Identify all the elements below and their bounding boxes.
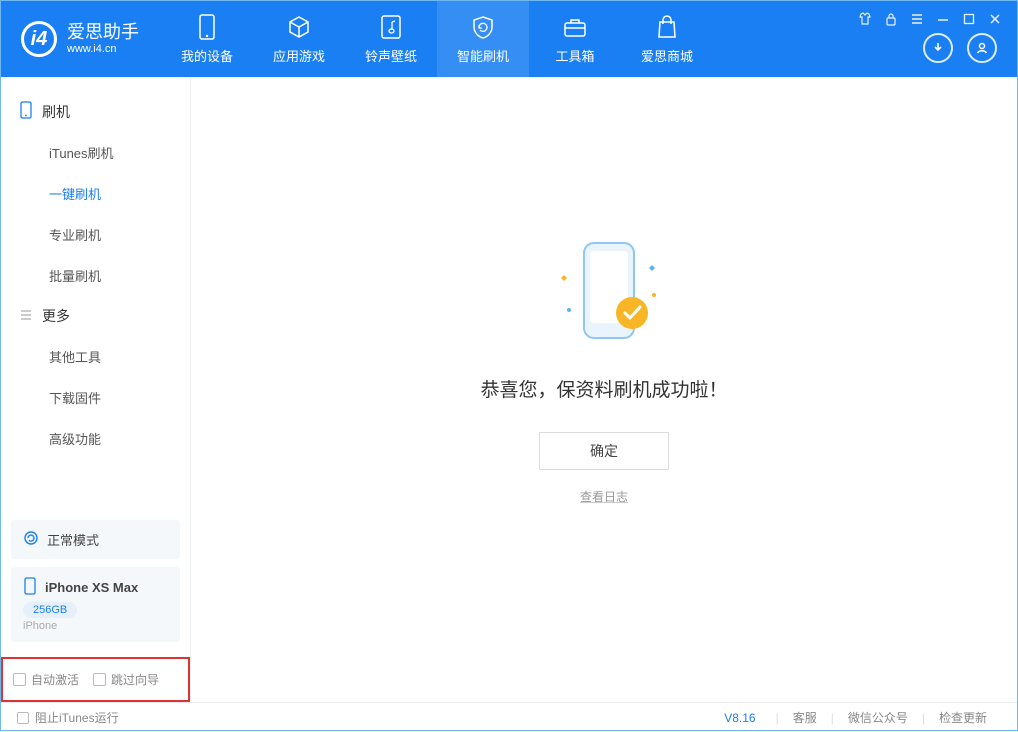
app-name-en: www.i4.cn	[67, 43, 139, 55]
checkbox-skip-wizard[interactable]: 跳过向导	[93, 671, 159, 688]
nav-toolbox[interactable]: 工具箱	[529, 1, 621, 77]
toolbox-icon	[562, 14, 588, 40]
maximize-icon[interactable]	[961, 11, 977, 27]
version-label: V8.16	[724, 711, 755, 725]
sidebar-options-highlighted: 自动激活 跳过向导	[1, 657, 190, 702]
group-title: 更多	[42, 306, 70, 326]
shirt-icon[interactable]	[857, 11, 873, 27]
checkbox-label: 阻止iTunes运行	[35, 709, 119, 726]
checkbox-icon	[17, 712, 29, 724]
nav-my-device[interactable]: 我的设备	[161, 1, 253, 77]
minimize-icon[interactable]	[935, 11, 951, 27]
device-type: iPhone	[23, 620, 168, 632]
sidebar-item-download-firmware[interactable]: 下载固件	[1, 377, 190, 418]
phone-icon	[23, 577, 37, 598]
close-icon[interactable]	[987, 11, 1003, 27]
logo-icon: i4	[21, 21, 57, 57]
footer-link-wechat[interactable]: 微信公众号	[848, 709, 908, 726]
checkbox-auto-activate[interactable]: 自动激活	[13, 671, 79, 688]
nav-label: 应用游戏	[273, 46, 325, 65]
window-controls	[857, 11, 1003, 27]
footer-link-support[interactable]: 客服	[793, 709, 817, 726]
list-icon	[19, 308, 33, 325]
sidebar-item-oneclick-flash[interactable]: 一键刷机	[1, 173, 190, 214]
nav-label: 铃声壁纸	[365, 46, 417, 65]
device-mode-card[interactable]: 正常模式	[11, 520, 180, 559]
header-actions	[923, 33, 997, 63]
app-header: i4 爱思助手 www.i4.cn 我的设备 应用游戏 铃声壁纸 智能刷机 工具…	[1, 1, 1017, 77]
nav-smart-flash[interactable]: 智能刷机	[437, 1, 529, 77]
ok-button[interactable]: 确定	[539, 432, 669, 470]
sidebar-group-more: 更多	[1, 296, 190, 336]
nav-label: 我的设备	[181, 46, 233, 65]
device-name: iPhone XS Max	[45, 580, 138, 595]
nav-store[interactable]: 爱思商城	[621, 1, 713, 77]
app-name-cn: 爱思助手	[67, 23, 139, 43]
main-content: 恭喜您，保资料刷机成功啦！ 确定 查看日志	[191, 77, 1017, 702]
shopping-bag-icon	[654, 14, 680, 40]
success-illustration	[514, 235, 694, 355]
sidebar-item-advanced[interactable]: 高级功能	[1, 418, 190, 459]
footer-link-check-update[interactable]: 检查更新	[939, 709, 987, 726]
nav-label: 智能刷机	[457, 46, 509, 65]
sidebar-item-itunes-flash[interactable]: iTunes刷机	[1, 132, 190, 173]
nav-label: 工具箱	[555, 46, 594, 65]
sidebar-item-pro-flash[interactable]: 专业刷机	[1, 214, 190, 255]
shield-refresh-icon	[470, 14, 496, 40]
checkbox-label: 跳过向导	[111, 671, 159, 688]
app-logo: i4 爱思助手 www.i4.cn	[1, 1, 161, 77]
phone-icon	[19, 101, 33, 122]
nav-apps-games[interactable]: 应用游戏	[253, 1, 345, 77]
mode-label: 正常模式	[47, 530, 99, 549]
refresh-icon	[23, 530, 39, 549]
group-title: 刷机	[42, 102, 70, 122]
sidebar-item-other-tools[interactable]: 其他工具	[1, 336, 190, 377]
checkbox-icon	[13, 673, 26, 686]
sidebar-group-flash: 刷机	[1, 91, 190, 132]
music-note-icon	[378, 14, 404, 40]
checkbox-block-itunes[interactable]: 阻止iTunes运行	[17, 709, 119, 726]
success-message: 恭喜您，保资料刷机成功啦！	[480, 375, 727, 402]
download-button[interactable]	[923, 33, 953, 63]
account-button[interactable]	[967, 33, 997, 63]
sidebar-item-batch-flash[interactable]: 批量刷机	[1, 255, 190, 296]
view-log-link[interactable]: 查看日志	[580, 488, 628, 505]
main-nav: 我的设备 应用游戏 铃声壁纸 智能刷机 工具箱 爱思商城	[161, 1, 713, 77]
nav-ringtones-wallpapers[interactable]: 铃声壁纸	[345, 1, 437, 77]
checkbox-label: 自动激活	[31, 671, 79, 688]
checkbox-icon	[93, 673, 106, 686]
device-icon	[194, 14, 220, 40]
cube-icon	[286, 14, 312, 40]
device-info-card[interactable]: iPhone XS Max 256GB iPhone	[11, 567, 180, 642]
status-bar: 阻止iTunes运行 V8.16 | 客服 | 微信公众号 | 检查更新	[1, 702, 1017, 732]
sidebar: 刷机 iTunes刷机 一键刷机 专业刷机 批量刷机 更多 其他工具 下载固件 …	[1, 77, 191, 702]
device-capacity: 256GB	[23, 602, 77, 618]
menu-icon[interactable]	[909, 11, 925, 27]
nav-label: 爱思商城	[641, 46, 693, 65]
lock-icon[interactable]	[883, 11, 899, 27]
